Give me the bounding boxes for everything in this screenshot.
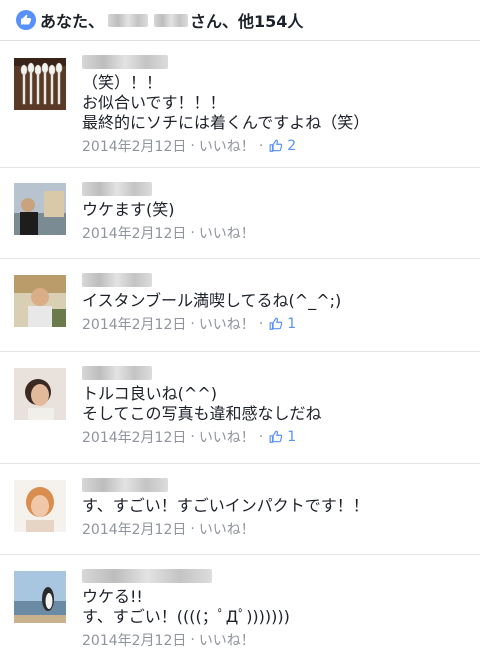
comment-meta: 2014年2月12日 · いいね！ — [82, 519, 255, 539]
thumb-up-icon — [269, 430, 283, 443]
comment-text: す、すごい！すごいインパクトです！！ — [82, 496, 369, 515]
commenter-name-blurred[interactable] — [82, 366, 152, 380]
comment-text: ウケる!! す、すごい！((((；ﾟДﾟ))))))) — [82, 587, 290, 626]
commenter-name-blurred[interactable] — [82, 569, 212, 583]
blurred-name — [154, 13, 189, 27]
likes-summary-header[interactable]: あなた、 さん、他154人 — [0, 0, 480, 41]
avatar[interactable] — [14, 480, 66, 532]
comment-text: トルコ良いね(^^) そしてこの写真も違和感なしだね — [82, 384, 322, 423]
avatar[interactable] — [14, 183, 66, 235]
commenter-name-blurred[interactable] — [82, 273, 152, 287]
comment-date[interactable]: 2014年2月12日 — [82, 630, 186, 650]
comment-item: ウケる!! す、すごい！((((；ﾟДﾟ))))))) 2014年2月12日 ·… — [0, 555, 480, 665]
comment-item: トルコ良いね(^^) そしてこの写真も違和感なしだね 2014年2月12日 · … — [0, 352, 480, 464]
comment-date[interactable]: 2014年2月12日 — [82, 519, 186, 539]
comment-date[interactable]: 2014年2月12日 — [82, 314, 186, 334]
like-link[interactable]: いいね！ — [199, 519, 255, 539]
like-link[interactable]: いいね！ — [199, 136, 255, 156]
comment-meta: 2014年2月12日 · いいね！ · 1 — [82, 427, 297, 447]
thumb-up-icon — [269, 317, 283, 330]
comment-date[interactable]: 2014年2月12日 — [82, 427, 186, 447]
comment-date[interactable]: 2014年2月12日 — [82, 223, 186, 243]
commenter-name-blurred[interactable] — [82, 182, 152, 196]
comment-text: （笑）！！ お似合いです！！！ 最終的にソチには着くんですよね（笑） — [82, 73, 370, 132]
comment-like-count[interactable]: 1 — [269, 429, 296, 445]
like-link[interactable]: いいね！ — [199, 223, 255, 243]
comment-meta: 2014年2月12日 · いいね！ · 1 — [82, 314, 297, 334]
like-link[interactable]: いいね！ — [199, 630, 255, 650]
comment-date[interactable]: 2014年2月12日 — [82, 136, 186, 156]
comment-item: イスタンブール満喫してるね(^_^;) 2014年2月12日 · いいね！ · … — [0, 259, 480, 352]
commenter-name-blurred[interactable] — [82, 478, 168, 492]
header-suffix: さん、他154人 — [190, 12, 304, 31]
comment-text: ウケます(笑) — [82, 200, 175, 219]
avatar[interactable] — [14, 275, 66, 327]
avatar[interactable] — [14, 571, 66, 623]
comment-like-count[interactable]: 2 — [269, 138, 296, 154]
comment-meta: 2014年2月12日 · いいね！ — [82, 630, 255, 650]
comment-meta: 2014年2月12日 · いいね！ · 2 — [82, 136, 297, 156]
blurred-name — [108, 13, 149, 27]
comment-item: ウケます(笑) 2014年2月12日 · いいね！ — [0, 168, 480, 259]
header-prefix: あなた、 — [40, 12, 105, 31]
comment-item: （笑）！！ お似合いです！！！ 最終的にソチには着くんですよね（笑） 2014年… — [0, 41, 480, 168]
like-thumb-icon — [16, 10, 36, 30]
like-link[interactable]: いいね！ — [199, 427, 255, 447]
like-link[interactable]: いいね！ — [199, 314, 255, 334]
comment-like-count[interactable]: 1 — [269, 316, 296, 332]
avatar[interactable] — [14, 58, 66, 110]
thumb-up-icon — [269, 139, 283, 152]
commenter-name-blurred[interactable] — [82, 55, 168, 69]
comment-item: す、すごい！すごいインパクトです！！ 2014年2月12日 · いいね！ — [0, 464, 480, 555]
avatar[interactable] — [14, 368, 66, 420]
comment-meta: 2014年2月12日 · いいね！ — [82, 223, 255, 243]
comment-text: イスタンブール満喫してるね(^_^;) — [82, 291, 342, 310]
